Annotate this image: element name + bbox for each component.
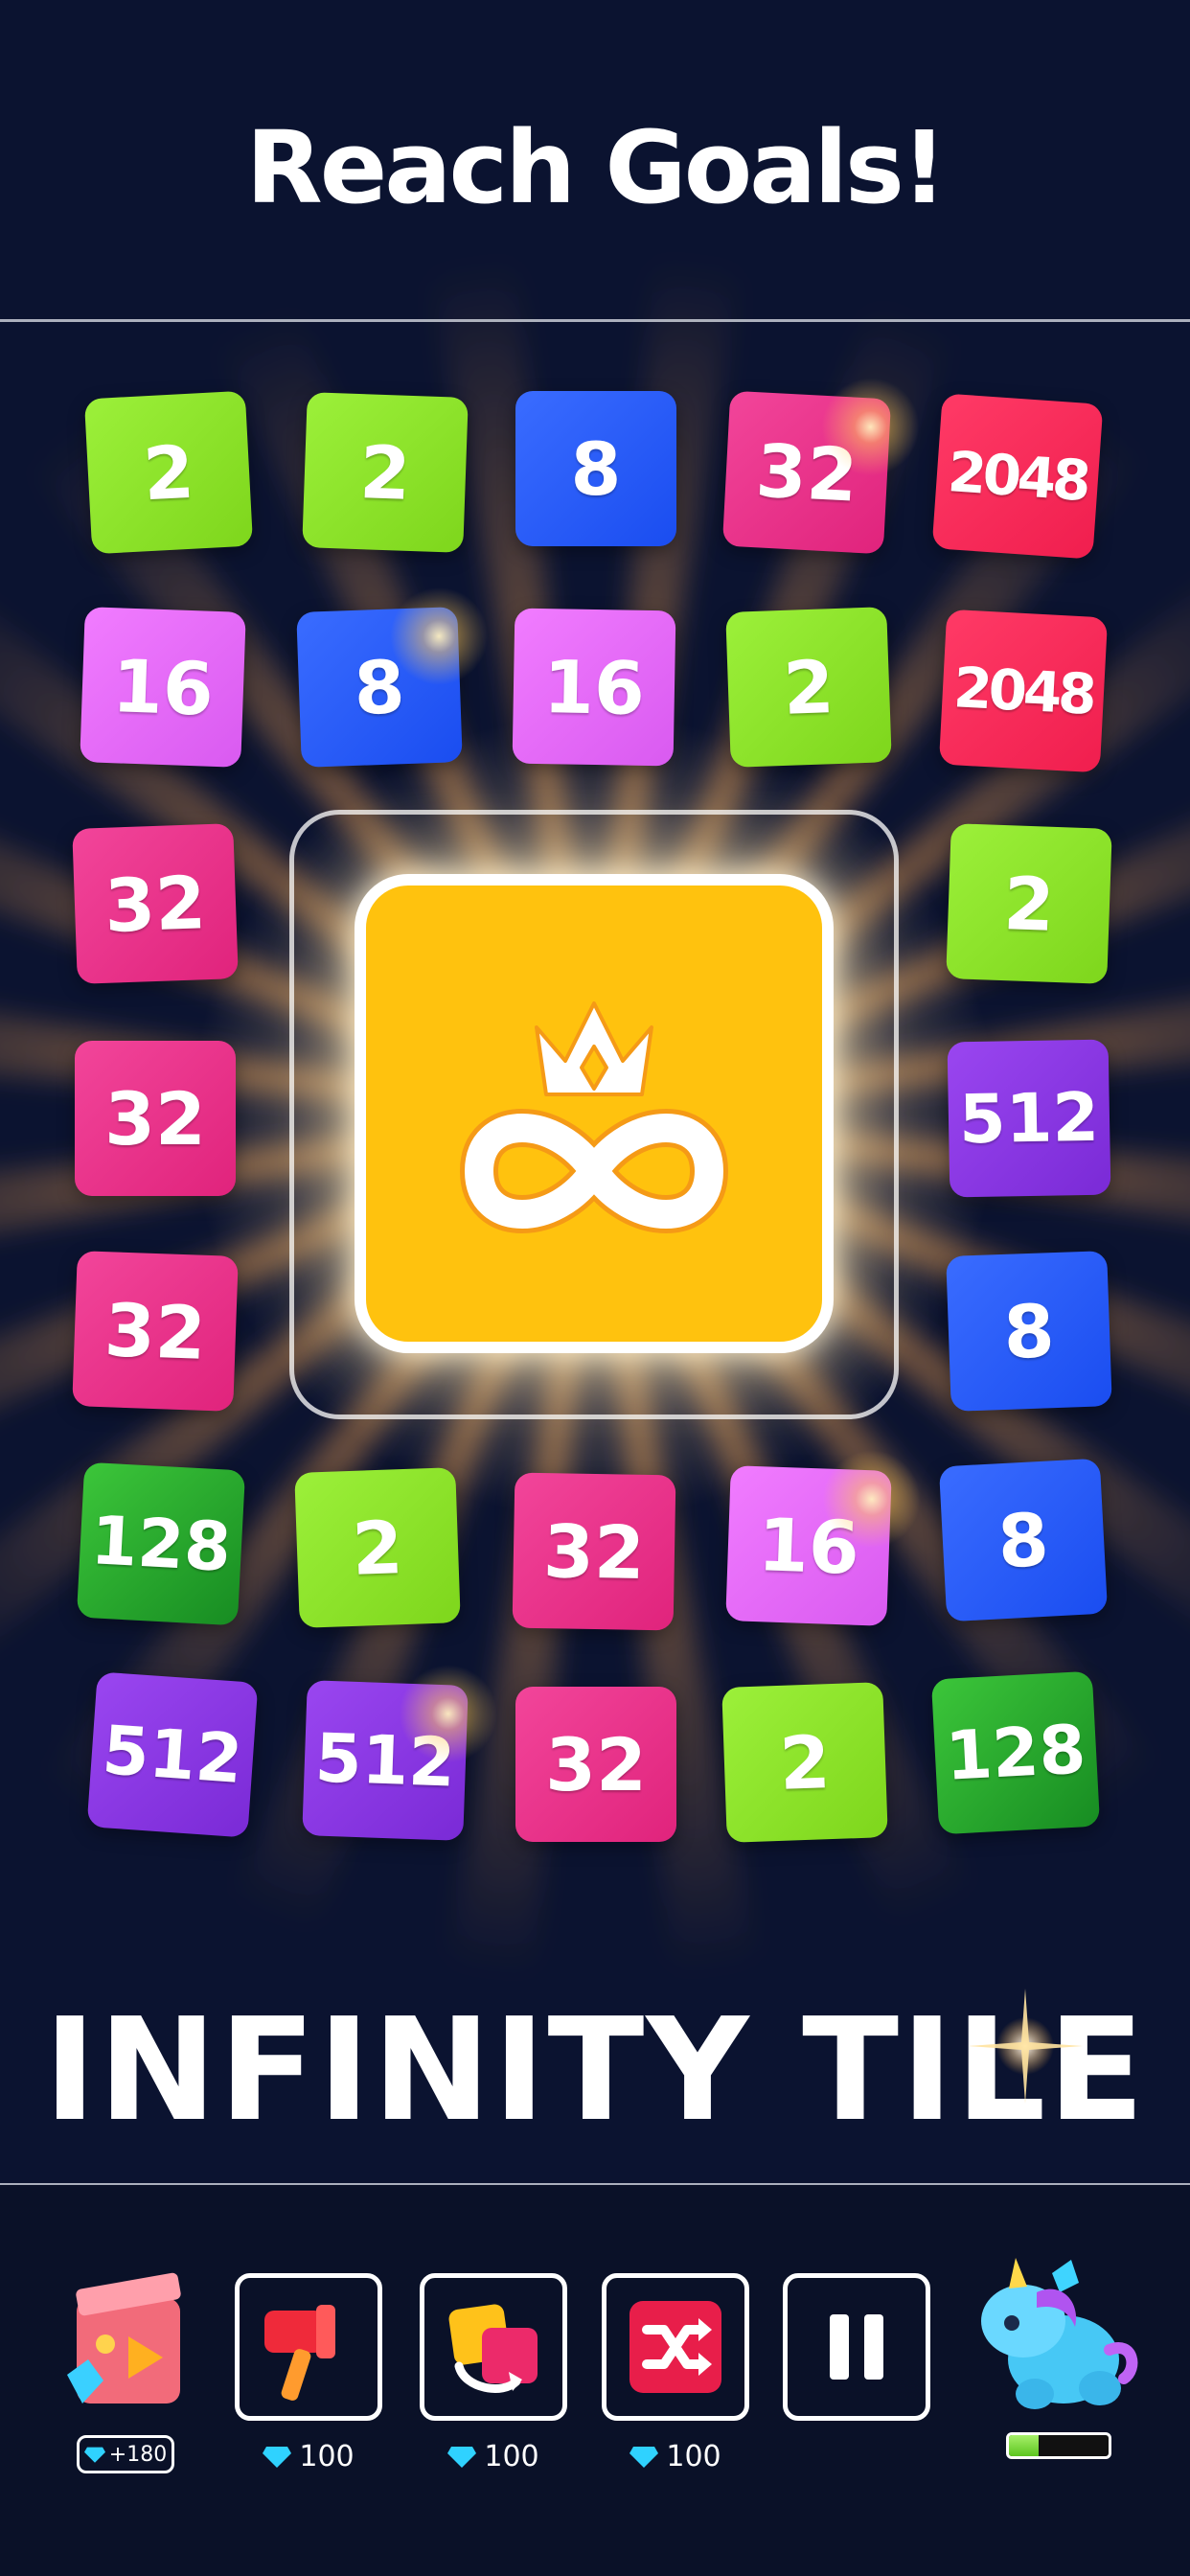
- tile-value: 16: [110, 642, 216, 732]
- tile-32[interactable]: 32: [721, 390, 892, 555]
- tile-value: 512: [100, 1711, 245, 1799]
- tile-32[interactable]: 32: [72, 1251, 239, 1412]
- tile-value: 2: [351, 1504, 404, 1592]
- tile-16[interactable]: 16: [725, 1465, 892, 1626]
- tile-128[interactable]: 128: [76, 1461, 246, 1626]
- shuffle-cost: 100: [602, 2437, 749, 2475]
- tile-2048[interactable]: 2048: [931, 393, 1104, 560]
- tile-512[interactable]: 512: [86, 1671, 259, 1838]
- tile-value: 2: [1002, 860, 1056, 948]
- watch-ad-button[interactable]: [59, 2260, 194, 2423]
- hammer-icon: [264, 2305, 335, 2401]
- tile-value: 2048: [946, 439, 1089, 514]
- tile-value: 16: [756, 1501, 861, 1591]
- pet-progress-fill: [1009, 2435, 1040, 2456]
- tile-128[interactable]: 128: [930, 1670, 1101, 1835]
- shuffle-cost-value: 100: [666, 2439, 721, 2473]
- tile-8[interactable]: 8: [515, 391, 676, 546]
- unicorn-pet-button[interactable]: [956, 2254, 1148, 2426]
- hammer-cost: 100: [235, 2437, 382, 2475]
- tile-value: 32: [753, 426, 860, 518]
- tile-value: 8: [1002, 1287, 1056, 1375]
- tile-512[interactable]: 512: [302, 1680, 469, 1841]
- tile-value: 8: [570, 426, 622, 512]
- tile-2[interactable]: 2: [83, 390, 254, 555]
- tile-value: 128: [943, 1710, 1088, 1796]
- swap-tiles-icon: [448, 2304, 538, 2393]
- tile-32[interactable]: 32: [72, 823, 239, 984]
- gem-icon: [83, 2447, 105, 2463]
- pet-progress-bar: [1006, 2432, 1111, 2459]
- sparkle-icon: [968, 1989, 1083, 2104]
- hammer-booster-button[interactable]: [235, 2273, 382, 2421]
- crown-infinity-tile[interactable]: [355, 874, 834, 1353]
- tile-8[interactable]: 8: [296, 607, 463, 768]
- tile-2[interactable]: 2: [294, 1467, 461, 1628]
- tile-value: 32: [103, 859, 208, 949]
- tile-16[interactable]: 16: [512, 608, 676, 767]
- tile-value: 2: [778, 1718, 832, 1806]
- tile-16[interactable]: 16: [80, 607, 246, 768]
- tile-value: 32: [103, 1286, 208, 1376]
- ad-reward-badge: +180: [77, 2435, 174, 2473]
- tile-2[interactable]: 2: [725, 607, 892, 768]
- tile-2048[interactable]: 2048: [938, 609, 1109, 773]
- tile-value: 128: [88, 1501, 234, 1587]
- swap-cost: 100: [420, 2437, 567, 2475]
- tile-2[interactable]: 2: [721, 1682, 888, 1843]
- tile-8[interactable]: 8: [938, 1458, 1109, 1622]
- gem-icon: [447, 2447, 477, 2468]
- tile-value: 2: [141, 428, 196, 517]
- shuffle-icon: [629, 2301, 721, 2393]
- tile-value: 512: [958, 1077, 1100, 1160]
- tile-value: 8: [995, 1496, 1051, 1584]
- tile-value: 512: [313, 1718, 457, 1803]
- tile-value: 32: [542, 1507, 646, 1596]
- tile-2[interactable]: 2: [946, 823, 1112, 984]
- unicorn-icon: [981, 2258, 1138, 2409]
- tile-512[interactable]: 512: [947, 1039, 1111, 1198]
- tile-value: 2: [782, 643, 835, 731]
- tile-32[interactable]: 32: [515, 1687, 676, 1842]
- swap-cost-value: 100: [484, 2439, 539, 2473]
- video-ad-icon: [67, 2272, 181, 2404]
- swap-booster-button[interactable]: [420, 2273, 567, 2421]
- headline: Reach Goals!: [245, 109, 948, 226]
- tile-value: 8: [353, 643, 406, 731]
- gem-icon: [263, 2447, 292, 2468]
- crown-infinity-icon: [459, 1001, 729, 1233]
- tile-32[interactable]: 32: [512, 1472, 676, 1631]
- header-divider: [0, 319, 1190, 322]
- tile-value: 2048: [951, 655, 1095, 727]
- pause-button[interactable]: [783, 2273, 930, 2421]
- tile-value: 32: [545, 1721, 647, 1807]
- tile-value: 32: [104, 1075, 206, 1162]
- ad-reward-amount: +180: [108, 2442, 168, 2467]
- pause-icon: [830, 2314, 883, 2380]
- tile-value: 16: [542, 643, 646, 731]
- tile-value: 2: [358, 428, 412, 517]
- tile-32[interactable]: 32: [75, 1041, 236, 1196]
- tile-2[interactable]: 2: [302, 392, 469, 553]
- shuffle-booster-button[interactable]: [602, 2273, 749, 2421]
- hammer-cost-value: 100: [299, 2439, 355, 2473]
- tile-8[interactable]: 8: [946, 1251, 1112, 1412]
- gem-icon: [629, 2447, 659, 2468]
